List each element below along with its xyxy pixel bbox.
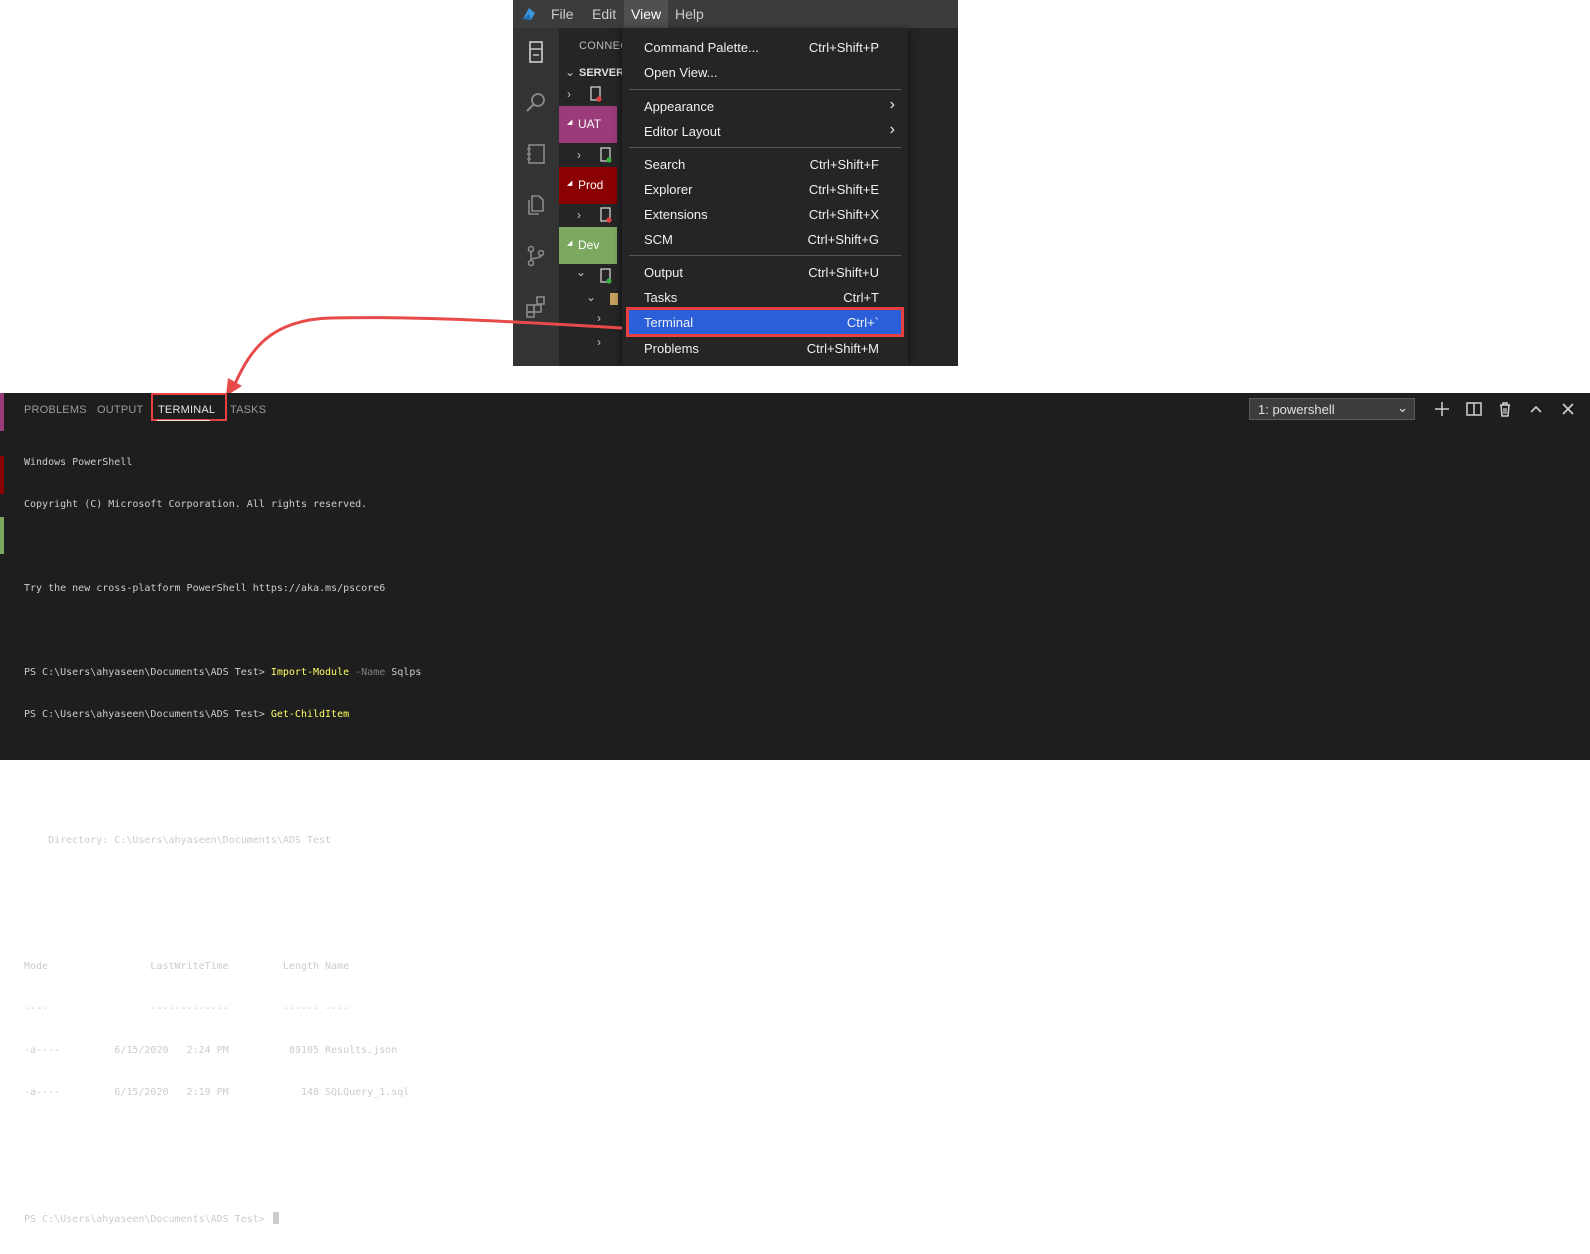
database-folder-icon — [610, 293, 618, 305]
server-disconnected-icon[interactable] — [590, 86, 602, 102]
chevron-up-icon[interactable] — [1526, 399, 1546, 419]
trash-icon[interactable] — [1495, 399, 1515, 419]
server-group-dev[interactable]: ◢ Dev — [559, 227, 617, 264]
plus-icon[interactable] — [1432, 399, 1452, 419]
server-disconnected-icon[interactable] — [600, 207, 612, 223]
chevron-right-icon[interactable]: › — [577, 148, 581, 162]
search-icon[interactable] — [524, 91, 548, 115]
server-connected-icon[interactable] — [600, 147, 612, 163]
active-tab-underline — [157, 420, 210, 421]
listing-row: -a---- 6/15/2020 2:19 PM 148 SQLQuery_1.… — [24, 1087, 410, 1098]
tab-tasks[interactable]: TASKS — [230, 404, 266, 416]
split-icon[interactable] — [1464, 399, 1484, 419]
tab-output[interactable]: OUTPUT — [97, 404, 143, 416]
terminal-prompt-line: PS C:\Users\ahyaseen\Documents\ADS Test> — [24, 1212, 421, 1226]
menu-item-explorer[interactable]: Explorer Ctrl+Shift+E — [629, 177, 901, 201]
menu-separator — [629, 255, 901, 256]
ads-window: File Edit View Help CONNEC ⌄ SERVER › ◢ … — [513, 0, 958, 366]
servers-icon[interactable] — [524, 40, 548, 64]
menu-view[interactable]: View — [624, 0, 669, 28]
chevron-right-icon[interactable]: › — [597, 335, 601, 349]
server-group-uat[interactable]: ◢ UAT — [559, 106, 617, 143]
terminal-output[interactable]: Windows PowerShell Copyright (C) Microso… — [24, 428, 421, 1254]
menu-item-output[interactable]: Output Ctrl+Shift+U — [629, 260, 901, 284]
listing-row: -a---- 6/15/2020 2:24 PM 89105 Results.j… — [24, 1045, 398, 1056]
menubar: File Edit View Help — [513, 0, 958, 28]
terminal-prompt: PS C:\Users\ahyaseen\Documents\ADS Test> — [24, 1214, 271, 1225]
app-logo-icon — [523, 8, 535, 20]
terminal-prompt: PS C:\Users\ahyaseen\Documents\ADS Test> — [24, 667, 271, 678]
menu-item-problems[interactable]: Problems Ctrl+Shift+M — [629, 336, 901, 360]
uat-color-strip — [0, 393, 4, 431]
menu-edit[interactable]: Edit — [585, 0, 623, 28]
terminal-panel: PROBLEMS OUTPUT TERMINAL TASKS 1: powers… — [0, 393, 1590, 1225]
menu-item-search[interactable]: Search Ctrl+Shift+F — [629, 152, 901, 176]
chevron-right-icon: › — [889, 96, 895, 113]
chevron-right-icon: › — [889, 121, 895, 138]
menu-file[interactable]: File — [544, 0, 581, 28]
notebook-icon[interactable] — [524, 142, 548, 166]
terminal-line: Copyright (C) Microsoft Corporation. All… — [24, 499, 368, 510]
menu-help[interactable]: Help — [668, 0, 711, 28]
menu-item-terminal[interactable]: Terminal Ctrl+` — [626, 307, 904, 337]
terminal-command-line: PS C:\Users\ahyaseen\Documents\ADS Test>… — [24, 708, 421, 722]
close-icon[interactable] — [1558, 399, 1578, 419]
chevron-right-icon[interactable]: › — [567, 87, 571, 101]
listing-rule: ---- ------------- ------ ---- — [24, 1003, 350, 1014]
menu-item-extensions[interactable]: Extensions Ctrl+Shift+X — [629, 202, 901, 226]
terminal-line: Try the new cross-platform PowerShell ht… — [24, 583, 386, 594]
servers-section-label: SERVER — [579, 67, 625, 79]
server-group-prod[interactable]: ◢ Prod — [559, 167, 617, 204]
source-control-icon[interactable] — [524, 244, 548, 268]
menu-item-tasks[interactable]: Tasks Ctrl+T — [629, 285, 901, 309]
view-menu-dropdown: Command Palette... Ctrl+Shift+P Open Vie… — [622, 28, 908, 366]
terminal-cmdlet: Import-Module — [270, 667, 350, 678]
terminal-argument: Sqlps — [385, 667, 422, 678]
prod-color-strip — [0, 456, 4, 494]
menu-item-scm[interactable]: SCM Ctrl+Shift+G — [629, 227, 901, 251]
terminal-instance-select[interactable]: 1: powershell ⌄ — [1249, 398, 1415, 420]
chevron-right-icon[interactable]: › — [577, 208, 581, 222]
terminal-prompt: PS C:\Users\ahyaseen\Documents\ADS Test> — [24, 709, 271, 720]
server-connected-icon[interactable] — [600, 268, 612, 284]
chevron-down-icon: ⌄ — [1397, 400, 1408, 415]
chevron-down-icon[interactable]: ⌄ — [586, 290, 596, 304]
tab-problems[interactable]: PROBLEMS — [24, 404, 87, 416]
explorer-icon[interactable] — [524, 193, 548, 217]
terminal-tab-highlight — [151, 393, 227, 421]
terminal-cmdlet: Get-ChildItem — [270, 709, 350, 720]
listing-header: Mode LastWriteTime Length Name — [24, 961, 350, 972]
terminal-directory-line: Directory: C:\Users\ahyaseen\Documents\A… — [24, 835, 332, 846]
terminal-command-line: PS C:\Users\ahyaseen\Documents\ADS Test>… — [24, 666, 421, 680]
activity-bar — [513, 28, 559, 366]
menu-separator — [629, 147, 901, 148]
menu-separator — [629, 89, 901, 90]
chevron-down-icon[interactable]: ⌄ — [565, 65, 575, 79]
terminal-line: Windows PowerShell — [24, 457, 133, 468]
terminal-parameter: -Name — [349, 667, 386, 678]
menu-item-editor-layout[interactable]: Editor Layout › — [629, 119, 901, 143]
dev-color-strip — [0, 517, 4, 554]
terminal-cursor — [272, 1212, 279, 1224]
chevron-right-icon[interactable]: › — [597, 311, 601, 325]
menu-item-appearance[interactable]: Appearance › — [629, 94, 901, 118]
extensions-icon[interactable] — [524, 295, 548, 319]
menu-item-command-palette[interactable]: Command Palette... Ctrl+Shift+P — [629, 35, 901, 59]
menu-item-open-view[interactable]: Open View... — [629, 60, 901, 84]
chevron-down-icon[interactable]: ⌄ — [576, 265, 586, 279]
